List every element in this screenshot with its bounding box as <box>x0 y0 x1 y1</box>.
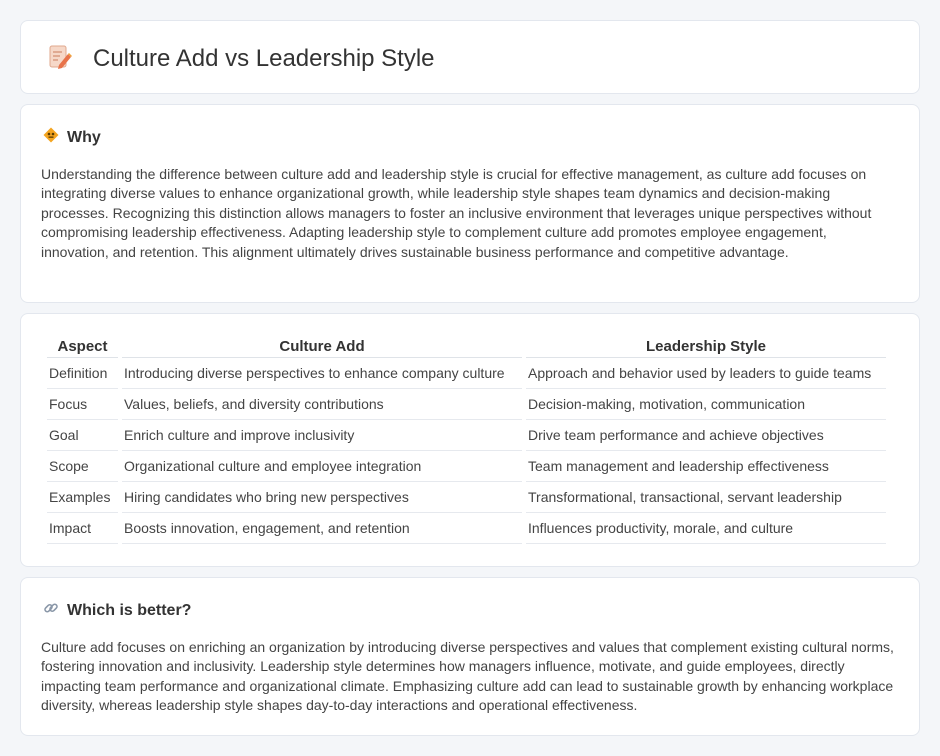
comparison-section: Aspect Culture Add Leadership Style Defi… <box>20 313 920 567</box>
comparison-table: Aspect Culture Add Leadership Style Defi… <box>43 336 890 544</box>
culture-add-cell: Introducing diverse perspectives to enha… <box>122 358 522 389</box>
table-row: Impact Boosts innovation, engagement, an… <box>47 513 886 544</box>
culture-add-cell: Enrich culture and improve inclusivity <box>122 420 522 451</box>
leadership-style-cell: Drive team performance and achieve objec… <box>526 420 886 451</box>
table-row: Focus Values, beliefs, and diversity con… <box>47 389 886 420</box>
aspect-cell: Definition <box>47 358 118 389</box>
leadership-style-cell: Decision-making, motivation, communicati… <box>526 389 886 420</box>
leadership-style-cell: Transformational, transactional, servant… <box>526 482 886 513</box>
which-is-better-section: Which is better? Culture add focuses on … <box>20 577 920 736</box>
link-icon <box>43 600 59 621</box>
edit-document-icon <box>45 43 75 73</box>
culture-add-cell: Hiring candidates who bring new perspect… <box>122 482 522 513</box>
which-is-better-title: Which is better? <box>67 601 192 619</box>
table-row: Examples Hiring candidates who bring new… <box>47 482 886 513</box>
culture-add-cell: Values, beliefs, and diversity contribut… <box>122 389 522 420</box>
why-body: Understanding the difference between cul… <box>41 166 872 260</box>
table-row: Definition Introducing diverse perspecti… <box>47 358 886 389</box>
aspect-cell: Examples <box>47 482 118 513</box>
aspect-cell: Scope <box>47 451 118 482</box>
aspect-cell: Impact <box>47 513 118 544</box>
leadership-style-cell: Team management and leadership effective… <box>526 451 886 482</box>
page-title: Culture Add vs Leadership Style <box>93 45 435 72</box>
aspect-cell: Focus <box>47 389 118 420</box>
table-row: Goal Enrich culture and improve inclusiv… <box>47 420 886 451</box>
culture-add-cell: Boosts innovation, engagement, and reten… <box>122 513 522 544</box>
leadership-style-cell: Influences productivity, morale, and cul… <box>526 513 886 544</box>
why-title: Why <box>67 128 101 146</box>
culture-add-cell: Organizational culture and employee inte… <box>122 451 522 482</box>
table-header-row: Aspect Culture Add Leadership Style <box>47 336 886 358</box>
leadership-style-cell: Approach and behavior used by leaders to… <box>526 358 886 389</box>
header-culture-add: Culture Add <box>122 336 522 358</box>
diamond-sign-icon <box>43 127 59 148</box>
which-is-better-body: Culture add focuses on enriching an orga… <box>41 639 894 714</box>
header-card: Culture Add vs Leadership Style <box>20 20 920 94</box>
table-row: Scope Organizational culture and employe… <box>47 451 886 482</box>
aspect-cell: Goal <box>47 420 118 451</box>
why-section: Why Understanding the difference between… <box>20 104 920 303</box>
header-aspect: Aspect <box>47 336 118 358</box>
header-leadership-style: Leadership Style <box>526 336 886 358</box>
